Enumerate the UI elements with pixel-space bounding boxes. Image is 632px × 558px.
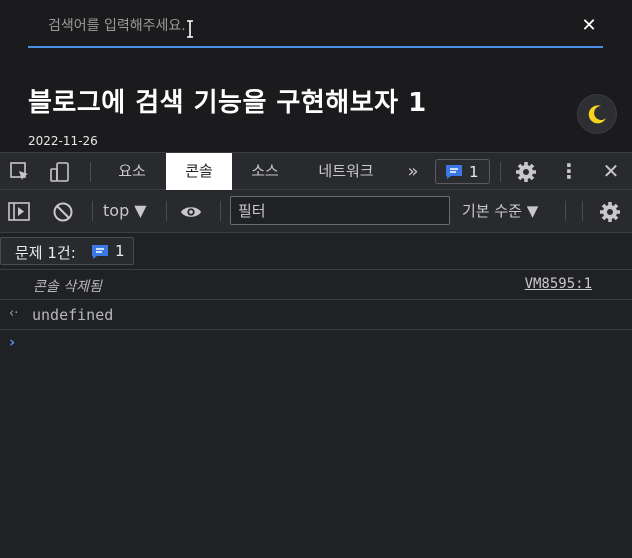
issues-chip-count: 1 [115,242,125,260]
divider [92,201,93,221]
divider [565,201,566,221]
tab-console[interactable]: 콘솔 [166,153,232,190]
console-toolbar: top ▼ 기본 수준 ▼ [0,190,632,233]
tab-elements[interactable]: 요소 [100,153,164,190]
sidebar-toggle-icon[interactable] [8,201,30,223]
devtools-tabbar: 요소 콘솔 소스 네트워크 » 1 ⋮ ✕ [0,152,632,190]
return-value: undefined [32,306,114,324]
text-cursor-icon [187,20,193,38]
inspect-element-icon[interactable] [9,161,31,183]
prompt-caret-icon: › [9,333,16,351]
source-link[interactable]: VM8595:1 [525,276,592,292]
post-date: 2022-11-26 [28,134,98,148]
clear-console-icon[interactable] [52,201,74,223]
divider [220,201,221,221]
device-toolbar-icon[interactable] [49,161,71,183]
post-title: 블로그에 검색 기능을 구현해보자 1 [28,88,427,118]
issues-chip-label: 문제 1건: [15,244,76,262]
tab-network[interactable]: 네트워크 [300,153,392,190]
issues-bar: 문제 1건: 1 [0,233,632,270]
console-cleared-message: 콘솔 삭제됨 [33,279,102,295]
console-row: ‹· undefined [0,300,632,330]
settings-gear-icon[interactable] [515,161,537,183]
search-bar: ✕ [28,6,603,48]
divider [582,201,583,221]
devtools-panel: 요소 콘솔 소스 네트워크 » 1 ⋮ ✕ top ▼ 필터 기본 수준 ▼ 문… [0,152,632,558]
tab-sources[interactable]: 소스 [234,153,296,190]
eye-icon[interactable] [180,201,202,223]
context-selector[interactable]: top ▼ [103,199,147,223]
console-prompt-input[interactable] [30,330,620,354]
moon-icon [588,105,606,124]
blog-page: ✕ 블로그에 검색 기능을 구현해보자 1 2022-11-26 [0,0,632,152]
search-input[interactable] [28,6,568,46]
issues-chip[interactable]: 문제 1건: 1 [0,237,134,265]
theme-toggle-button[interactable] [578,95,616,133]
close-search-button[interactable]: ✕ [575,12,603,40]
more-tabs-button[interactable]: » [398,153,428,190]
console-row: 콘솔 삭제됨 VM8595:1 [0,270,632,300]
divider [90,162,91,182]
console-output: 콘솔 삭제됨 VM8595:1 ‹· undefined › [0,270,632,558]
message-icon [92,245,108,259]
issues-button[interactable]: 1 [435,159,490,184]
filter-input[interactable] [230,196,450,225]
more-options-icon[interactable]: ⋮ [558,153,580,190]
close-devtools-button[interactable]: ✕ [598,153,624,190]
console-settings-gear-icon[interactable] [599,201,621,223]
return-value-icon: ‹· [9,306,19,321]
divider [500,162,501,182]
divider [166,201,167,221]
log-levels-selector[interactable]: 기본 수준 ▼ [462,199,538,223]
issues-count: 1 [469,163,479,181]
message-icon [446,165,462,179]
